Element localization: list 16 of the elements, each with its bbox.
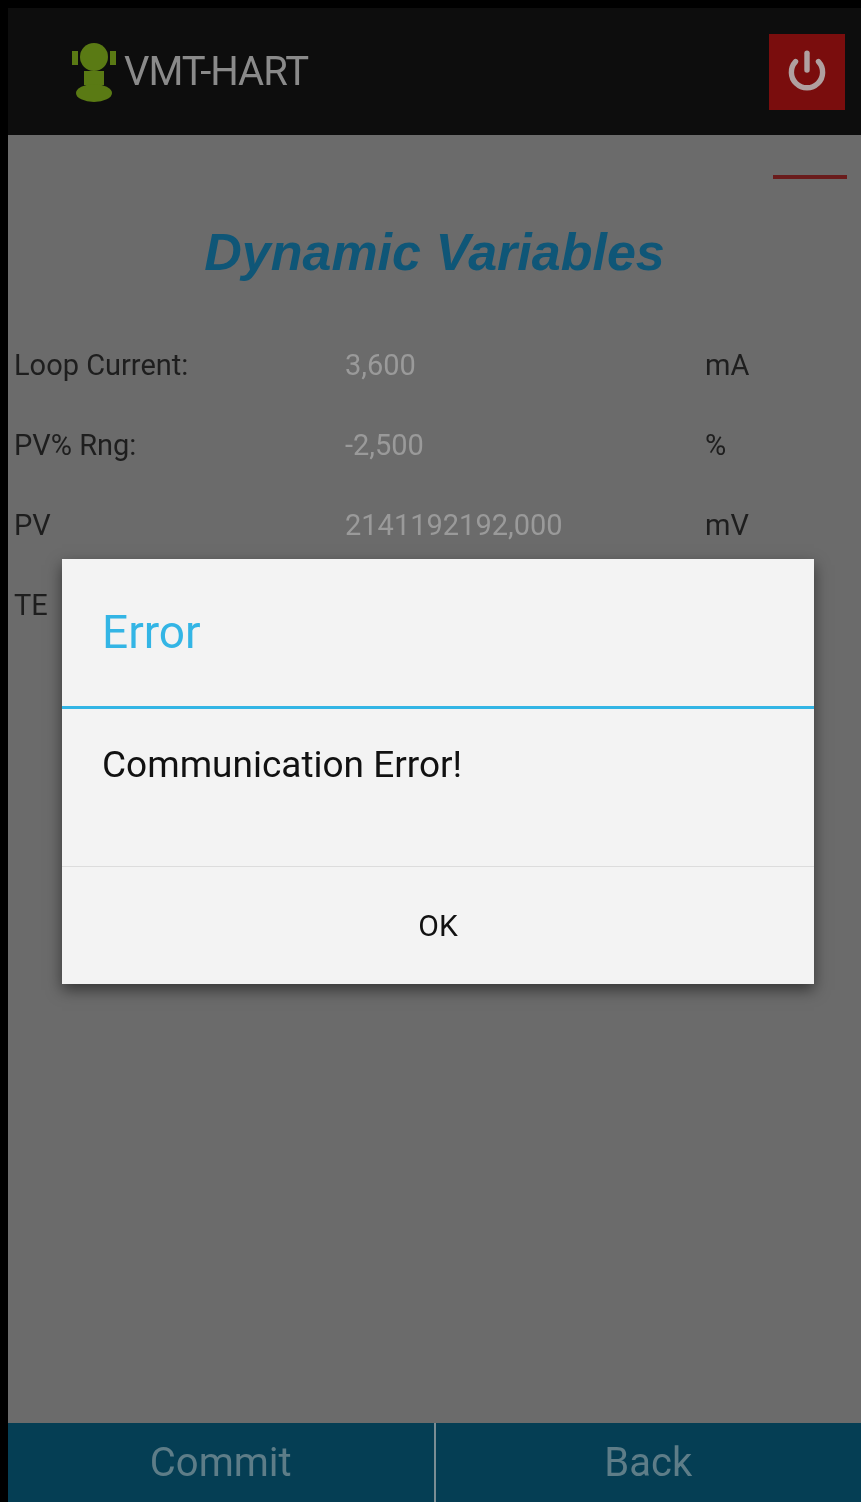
variable-label: PV% Rng: [14, 427, 137, 462]
dialog-title: Error [102, 604, 201, 661]
power-button[interactable] [769, 33, 845, 110]
ok-button[interactable]: OK [62, 867, 814, 984]
variable-unit: mV [705, 510, 749, 540]
variable-label: Loop Current: [14, 347, 189, 382]
app-title: VMT-HART [124, 46, 309, 97]
variable-label: TE [14, 587, 48, 622]
variable-label: PV [14, 507, 51, 542]
page-title: Dynamic Variables [203, 222, 666, 283]
robot-logo-icon [70, 40, 118, 103]
dialog-message: Communication Error! [102, 743, 463, 786]
bottom-bar-button[interactable]: Back [433, 1423, 861, 1502]
variable-unit: mA [705, 350, 750, 380]
variable-unit: % [705, 430, 727, 460]
bottom-bar-button[interactable]: Commit [8, 1423, 434, 1502]
